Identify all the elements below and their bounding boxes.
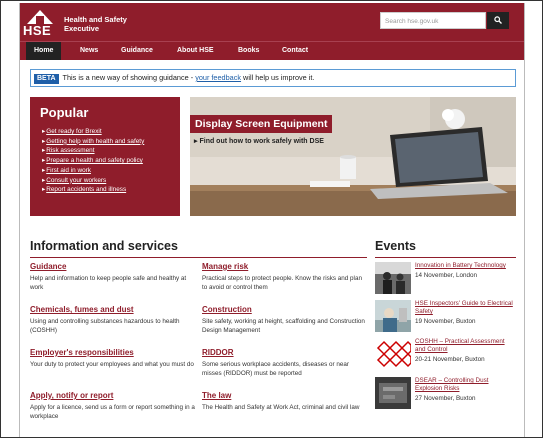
- service-link-employers[interactable]: Employer's responsibilities: [30, 348, 195, 357]
- service-item: Apply, notify or report Apply for a lice…: [30, 391, 195, 421]
- nav-home[interactable]: Home: [26, 42, 62, 60]
- popular-link[interactable]: Getting help with health and safety: [42, 137, 144, 147]
- event-item: HSE Inspectors' Guide to Electrical Safe…: [375, 298, 516, 334]
- service-item: Chemicals, fumes and dust Using and cont…: [30, 305, 195, 335]
- feature-subtitle[interactable]: Find out how to work safely with DSE: [194, 137, 323, 145]
- service-item: The law The Health and Safety at Work Ac…: [202, 391, 367, 412]
- popular-list: Get ready for Brexit Getting help with h…: [42, 127, 144, 195]
- beta-text-after: will help us improve it.: [241, 73, 315, 82]
- event-detail: 14 November, London: [415, 272, 477, 279]
- info-section-title: Information and services: [30, 239, 178, 253]
- event-link[interactable]: HSE Inspectors' Guide to Electrical Safe…: [415, 300, 515, 316]
- service-link-manage-risk[interactable]: Manage risk: [202, 262, 367, 271]
- event-thumbnail: [375, 262, 411, 294]
- search-input[interactable]: Search hse.gov.uk: [380, 12, 486, 29]
- page: HSE Health and Safety Executive Search h…: [19, 3, 525, 437]
- service-link-riddor[interactable]: RIDDOR: [202, 348, 367, 357]
- event-link[interactable]: Innovation in Battery Technology: [415, 262, 515, 270]
- event-link[interactable]: COSHH – Practical Assessment and Control: [415, 338, 515, 354]
- section-divider: [375, 257, 516, 258]
- popular-title: Popular: [40, 105, 89, 120]
- event-detail: 20-21 November, Buxton: [415, 356, 485, 363]
- nav-news[interactable]: News: [80, 42, 98, 60]
- popular-link[interactable]: Consult your workers: [42, 176, 144, 186]
- browser-frame: HSE Health and Safety Executive Search h…: [0, 0, 543, 438]
- service-item: RIDDOR Some serious workplace accidents,…: [202, 348, 367, 378]
- service-desc: Site safety, working at height, scaffold…: [202, 318, 365, 334]
- logo-text: HSE: [23, 23, 52, 38]
- event-detail: 27 November, Buxton: [415, 395, 476, 402]
- event-link[interactable]: DSEAR – Controlling Dust Explosion Risks: [415, 377, 515, 393]
- service-link-construction[interactable]: Construction: [202, 305, 367, 314]
- service-item: Manage risk Practical steps to protect p…: [202, 262, 367, 292]
- brand-name: Health and Safety Executive: [64, 15, 127, 33]
- beta-banner: BETA This is a new way of showing guidanc…: [30, 69, 516, 87]
- event-thumbnail: [375, 377, 411, 409]
- service-desc: Using and controlling substances hazardo…: [30, 318, 180, 334]
- nav-about-hse[interactable]: About HSE: [177, 42, 214, 60]
- popular-link[interactable]: First aid in work: [42, 166, 144, 176]
- popular-link[interactable]: Risk assessment: [42, 146, 144, 156]
- search-button[interactable]: [487, 12, 509, 29]
- brand-line-1: Health and Safety: [64, 15, 127, 24]
- event-detail: 19 November, Buxton: [415, 318, 476, 325]
- service-desc: Help and information to keep people safe…: [30, 275, 187, 291]
- service-desc: Apply for a licence, send us a form or r…: [30, 404, 195, 420]
- service-item: Guidance Help and information to keep pe…: [30, 262, 195, 292]
- popular-link[interactable]: Report accidents and illness: [42, 185, 144, 195]
- popular-link[interactable]: Prepare a health and safety policy: [42, 156, 144, 166]
- feature-title: Display Screen Equipment: [190, 115, 333, 133]
- popular-link[interactable]: Get ready for Brexit: [42, 127, 144, 137]
- event-item: COSHH – Practical Assessment and Control…: [375, 336, 516, 372]
- event-photo: [375, 377, 411, 409]
- feedback-link[interactable]: your feedback: [195, 73, 241, 82]
- service-link-the-law[interactable]: The law: [202, 391, 367, 400]
- dse-feature-banner[interactable]: Display Screen Equipment Find out how to…: [190, 97, 516, 216]
- nav-contact[interactable]: Contact: [282, 42, 308, 60]
- event-item: Innovation in Battery Technology 14 Nove…: [375, 260, 516, 296]
- event-item: DSEAR – Controlling Dust Explosion Risks…: [375, 375, 516, 411]
- event-thumbnail: [375, 300, 411, 332]
- nav-guidance[interactable]: Guidance: [121, 42, 153, 60]
- event-thumbnail: [375, 338, 411, 370]
- service-desc: The Health and Safety at Work Act, crimi…: [202, 404, 360, 411]
- service-desc: Your duty to protect your employees and …: [30, 361, 194, 368]
- section-divider: [30, 257, 367, 258]
- event-photo: [375, 262, 411, 294]
- site-header: HSE Health and Safety Executive Search h…: [20, 3, 524, 41]
- beta-text-before: This is a new way of showing guidance -: [62, 73, 196, 82]
- service-desc: Practical steps to protect people. Know …: [202, 275, 362, 291]
- events-section-title: Events: [375, 239, 416, 253]
- service-desc: Some serious workplace accidents, diseas…: [202, 361, 349, 377]
- service-link-apply[interactable]: Apply, notify or report: [30, 391, 195, 400]
- popular-panel: Popular Get ready for Brexit Getting hel…: [30, 97, 180, 216]
- service-item: Construction Site safety, working at hei…: [202, 305, 367, 335]
- brand-line-2: Executive: [64, 24, 100, 33]
- hazard-symbols-icon: [375, 338, 411, 370]
- service-item: Employer's responsibilities Your duty to…: [30, 348, 195, 369]
- search-icon: [494, 16, 502, 24]
- main-nav: Home News Guidance About HSE Books Conta…: [20, 41, 524, 60]
- service-link-guidance[interactable]: Guidance: [30, 262, 195, 271]
- event-photo: [375, 300, 411, 332]
- beta-tag: BETA: [34, 74, 59, 84]
- nav-books[interactable]: Books: [238, 42, 259, 60]
- service-link-chemicals[interactable]: Chemicals, fumes and dust: [30, 305, 195, 314]
- hse-crest-icon: [27, 10, 53, 24]
